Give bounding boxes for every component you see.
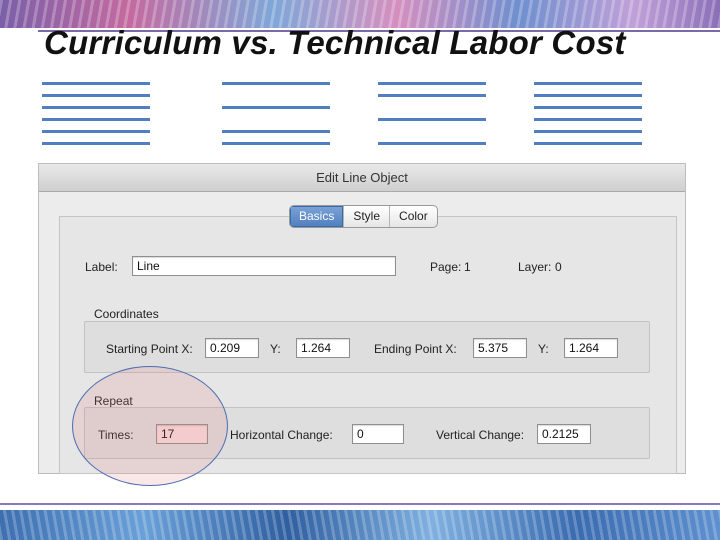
end-x-caption: Ending Point X: <box>374 342 457 356</box>
tab-basics[interactable]: Basics <box>290 206 345 227</box>
end-y-caption: Y: <box>538 342 549 356</box>
start-y-field[interactable] <box>296 338 350 358</box>
sample-line <box>534 142 642 145</box>
sample-line <box>378 142 486 145</box>
slide-title: Curriculum vs. Technical Labor Cost <box>44 24 626 61</box>
sample-line <box>222 142 330 145</box>
horizontal-change-caption: Horizontal Change: <box>230 428 333 442</box>
label-field[interactable] <box>132 256 396 276</box>
dialog-titlebar: Edit Line Object <box>39 164 685 192</box>
label-caption: Label: <box>85 260 118 274</box>
highlight-circle-annotation <box>72 366 228 486</box>
sample-line <box>42 82 150 85</box>
sample-line <box>534 118 642 121</box>
repeated-lines-sample-4 <box>534 82 642 154</box>
sample-line <box>42 142 150 145</box>
sample-line <box>222 106 330 109</box>
bottom-decorative-band <box>0 510 720 540</box>
layer-value: 0 <box>555 260 562 274</box>
sample-line <box>378 82 486 85</box>
sample-line <box>534 94 642 97</box>
sample-line <box>534 106 642 109</box>
start-x-field[interactable] <box>205 338 259 358</box>
sample-line <box>42 106 150 109</box>
repeated-lines-sample-3 <box>378 82 486 154</box>
start-x-caption: Starting Point X: <box>106 342 193 356</box>
start-y-caption: Y: <box>270 342 281 356</box>
vertical-change-caption: Vertical Change: <box>436 428 525 442</box>
sample-line <box>378 118 486 121</box>
tab-color[interactable]: Color <box>390 206 437 227</box>
sample-line <box>42 118 150 121</box>
sample-line <box>222 82 330 85</box>
end-x-field[interactable] <box>473 338 527 358</box>
end-y-field[interactable] <box>564 338 618 358</box>
horizontal-change-field[interactable] <box>352 424 404 444</box>
sample-line <box>222 130 330 133</box>
tab-style[interactable]: Style <box>344 206 391 227</box>
sample-line <box>42 130 150 133</box>
vertical-change-field[interactable] <box>537 424 591 444</box>
page-caption: Page: <box>430 260 462 274</box>
repeated-lines-sample-2 <box>222 82 330 154</box>
sample-line <box>534 130 642 133</box>
sample-line <box>534 82 642 85</box>
bottom-divider-line <box>0 503 720 505</box>
dialog-tab-bar: Basics Style Color <box>289 205 438 228</box>
coordinates-heading: Coordinates <box>94 307 159 321</box>
sample-line <box>378 94 486 97</box>
page-value: 1 <box>464 260 471 274</box>
sample-line <box>42 94 150 97</box>
layer-caption: Layer: <box>518 260 552 274</box>
repeated-lines-sample-1 <box>42 82 150 154</box>
